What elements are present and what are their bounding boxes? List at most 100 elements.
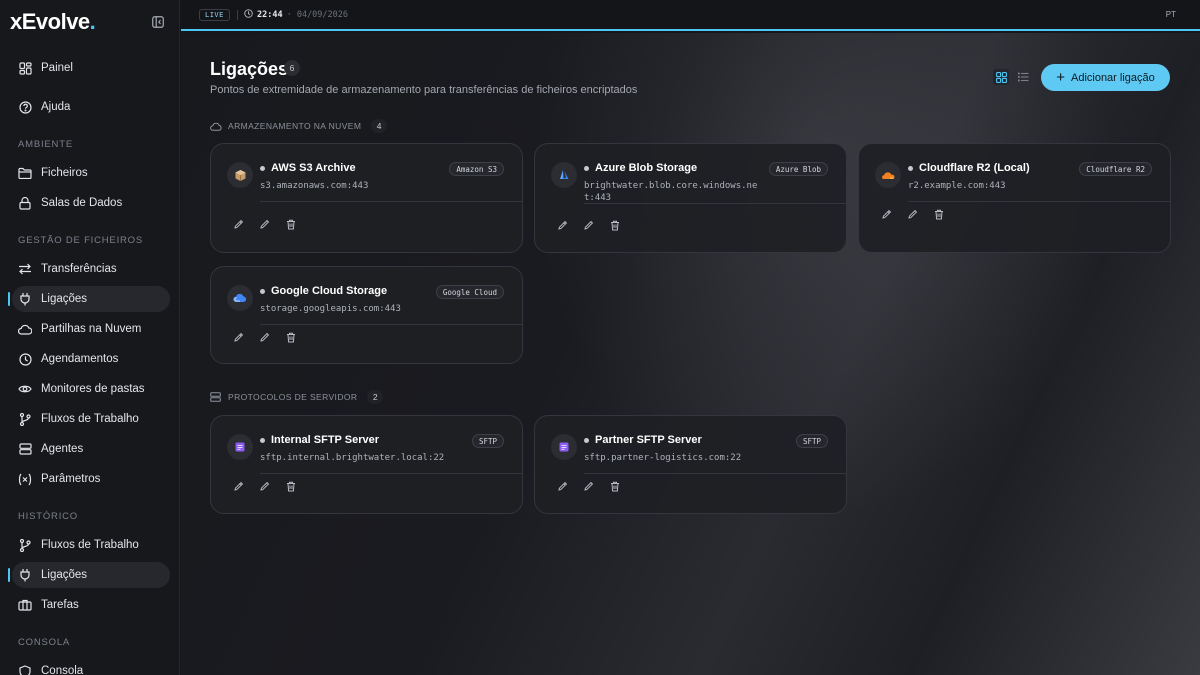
connection-host: sftp.internal.brightwater.local:22 <box>260 453 445 463</box>
folder-icon <box>17 165 33 181</box>
cloud-storage-section-header: ARMAZENAMENTO NA NUVEM 4 <box>210 119 388 133</box>
rename-icon[interactable] <box>583 480 595 492</box>
sidebar-item-parametros[interactable]: Parâmetros <box>12 466 170 492</box>
sidebar-item-label: Partilhas na Nuvem <box>41 323 142 335</box>
delete-icon[interactable] <box>609 480 621 492</box>
sidebar-item-label: Tarefas <box>41 599 79 611</box>
rename-icon[interactable] <box>583 219 595 231</box>
sidebar-item-label: Painel <box>41 62 73 74</box>
divider <box>908 201 1170 202</box>
delete-icon[interactable] <box>285 218 297 230</box>
edit-icon[interactable] <box>881 208 893 220</box>
connection-card[interactable]: Cloudflare R2 (Local) Cloudflare R2 r2.e… <box>858 143 1171 253</box>
connection-host: brightwater.blob.core.windows.net:443 <box>584 181 758 203</box>
sidebar-item-ligacoes[interactable]: Ligações <box>8 286 170 312</box>
rename-icon[interactable] <box>259 218 271 230</box>
connection-host: storage.googleapis.com:443 <box>260 304 401 314</box>
sftp-icon <box>227 434 253 460</box>
connection-type-badge: SFTP <box>795 434 828 448</box>
grid-view-icon[interactable] <box>993 69 1009 85</box>
divider <box>260 201 522 202</box>
status-dot <box>584 437 589 443</box>
connection-card[interactable]: Azure Blob Storage Azure Blob brightwate… <box>534 143 847 253</box>
rename-icon[interactable] <box>259 331 271 343</box>
card-actions <box>881 208 945 220</box>
rename-icon[interactable] <box>259 480 271 492</box>
sidebar-item-historico-ligacoes[interactable]: Ligações <box>8 562 170 588</box>
card-actions <box>233 218 297 230</box>
language-selector[interactable]: PT <box>1166 10 1176 19</box>
collapse-sidebar-icon[interactable] <box>151 15 165 29</box>
edit-icon[interactable] <box>233 331 245 343</box>
connections-count-badge: 6 <box>284 60 300 76</box>
eye-icon <box>17 381 33 397</box>
plug-icon <box>17 291 33 307</box>
add-connection-button[interactable]: + Adicionar ligação <box>1041 64 1170 91</box>
edit-icon[interactable] <box>557 219 569 231</box>
top-bar: LIVE 22:44 · 04/09/2026 PT <box>181 0 1200 31</box>
delete-icon[interactable] <box>609 219 621 231</box>
shield-icon <box>17 663 33 675</box>
section-count: 2 <box>367 390 384 404</box>
sidebar-item-monitores[interactable]: Monitores de pastas <box>12 376 170 402</box>
sidebar-item-consola[interactable]: Consola <box>12 658 170 675</box>
sidebar-item-label: Transferências <box>41 263 117 275</box>
sidebar-item-agentes[interactable]: Agentes <box>12 436 170 462</box>
section-title: PROTOCOLOS DE SERVIDOR <box>228 392 358 402</box>
brand-logo[interactable]: xEvolve. <box>10 9 96 35</box>
sidebar-item-agendamentos[interactable]: Agendamentos <box>12 346 170 372</box>
connection-name: AWS S3 Archive <box>271 162 356 174</box>
sidebar-item-ficheiros[interactable]: Ficheiros <box>12 160 170 186</box>
server-icon <box>210 391 223 404</box>
transfer-icon <box>17 261 33 277</box>
connection-host: s3.amazonaws.com:443 <box>260 181 369 191</box>
connection-card[interactable]: Partner SFTP Server SFTP sftp.partner-lo… <box>534 415 847 514</box>
clock-icon <box>244 9 253 21</box>
section-count: 4 <box>371 119 388 133</box>
briefcase-icon <box>17 597 33 613</box>
section-title-ambiente: AMBIENTE <box>18 139 73 150</box>
sidebar-item-painel[interactable]: Painel <box>12 55 170 81</box>
card-actions <box>557 480 621 492</box>
section-title-historico: HISTÓRICO <box>18 511 78 522</box>
sidebar-item-ajuda[interactable]: Ajuda <box>12 94 170 120</box>
connection-card[interactable]: AWS S3 Archive Amazon S3 s3.amazonaws.co… <box>210 143 523 253</box>
edit-icon[interactable] <box>233 218 245 230</box>
status-dot <box>260 288 265 294</box>
sidebar-item-label: Salas de Dados <box>41 197 123 209</box>
section-title: ARMAZENAMENTO NA NUVEM <box>228 121 362 131</box>
sidebar-item-transferencias[interactable]: Transferências <box>12 256 170 282</box>
sidebar-item-historico-fluxos[interactable]: Fluxos de Trabalho <box>12 532 170 558</box>
connection-card[interactable]: Internal SFTP Server SFTP sftp.internal.… <box>210 415 523 514</box>
section-title-gestao: GESTÃO DE FICHEIROS <box>18 235 143 246</box>
sidebar-item-salas-de-dados[interactable]: Salas de Dados <box>12 190 170 216</box>
connection-host: sftp.partner-logistics.com:22 <box>584 453 742 463</box>
delete-icon[interactable] <box>933 208 945 220</box>
card-actions <box>557 219 621 231</box>
delete-icon[interactable] <box>285 331 297 343</box>
delete-icon[interactable] <box>285 480 297 492</box>
connection-card[interactable]: Google Cloud Storage Google Cloud storag… <box>210 266 523 364</box>
clock-date: · 04/09/2026 <box>286 10 349 20</box>
edit-icon[interactable] <box>233 480 245 492</box>
plus-icon: + <box>1056 68 1065 86</box>
edit-icon[interactable] <box>557 480 569 492</box>
dashboard-icon <box>17 60 33 76</box>
connection-name: Azure Blob Storage <box>595 162 698 174</box>
sidebar-item-label: Ligações <box>41 569 88 581</box>
divider <box>237 10 238 20</box>
rename-icon[interactable] <box>907 208 919 220</box>
sidebar-item-label: Ligações <box>41 293 88 305</box>
list-view-icon[interactable] <box>1015 69 1031 85</box>
sidebar-item-label: Monitores de pastas <box>41 383 145 395</box>
divider <box>584 473 846 474</box>
sidebar-item-partilhas[interactable]: Partilhas na Nuvem <box>12 316 170 342</box>
aws-s3-icon <box>227 162 253 188</box>
status-dot <box>260 437 265 443</box>
help-icon <box>17 99 33 115</box>
divider <box>260 473 522 474</box>
connection-type-badge: Google Cloud <box>435 285 504 299</box>
sidebar-item-fluxos[interactable]: Fluxos de Trabalho <box>12 406 170 432</box>
sidebar-item-label: Ajuda <box>41 101 71 113</box>
sidebar-item-tarefas[interactable]: Tarefas <box>12 592 170 618</box>
